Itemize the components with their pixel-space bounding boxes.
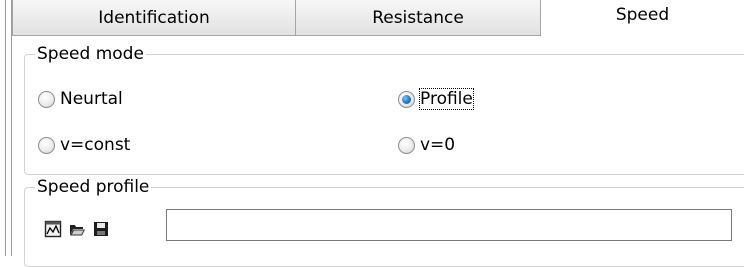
- radio-v-const[interactable]: v=const: [38, 133, 130, 157]
- radio-v-const-label: v=const: [60, 135, 131, 155]
- speed-profile-path-input[interactable]: [166, 209, 732, 241]
- radio-neutral[interactable]: Neurtal: [38, 87, 123, 111]
- save-icon[interactable]: [92, 220, 110, 238]
- radio-v-zero-label: v=0: [420, 135, 456, 155]
- open-folder-icon[interactable]: [68, 220, 86, 238]
- tab-speed[interactable]: Speed: [541, 0, 744, 36]
- radio-neutral-label: Neurtal: [60, 89, 123, 109]
- chart-icon[interactable]: [44, 220, 62, 238]
- speed-profile-title: Speed profile: [35, 177, 152, 197]
- frame-line-outer: [5, 0, 6, 256]
- radio-v-zero[interactable]: v=0: [398, 133, 455, 157]
- radio-profile-indicator: [398, 90, 415, 108]
- tab-resistance[interactable]: Resistance: [295, 0, 541, 36]
- tab-identification-label: Identification: [98, 7, 210, 28]
- radio-v-const-indicator: [38, 136, 55, 154]
- radio-profile[interactable]: Profile: [398, 87, 474, 111]
- tab-speed-label: Speed: [615, 5, 670, 25]
- speed-mode-group: Speed mode: [24, 44, 744, 175]
- radio-profile-label: Profile: [419, 88, 474, 110]
- frame-line-inner: [11, 0, 12, 256]
- tab-identification[interactable]: Identification: [12, 0, 296, 36]
- speed-mode-title: Speed mode: [35, 44, 146, 64]
- tab-resistance-label: Resistance: [372, 7, 464, 28]
- radio-v-zero-indicator: [398, 136, 415, 154]
- radio-neutral-indicator: [38, 90, 55, 108]
